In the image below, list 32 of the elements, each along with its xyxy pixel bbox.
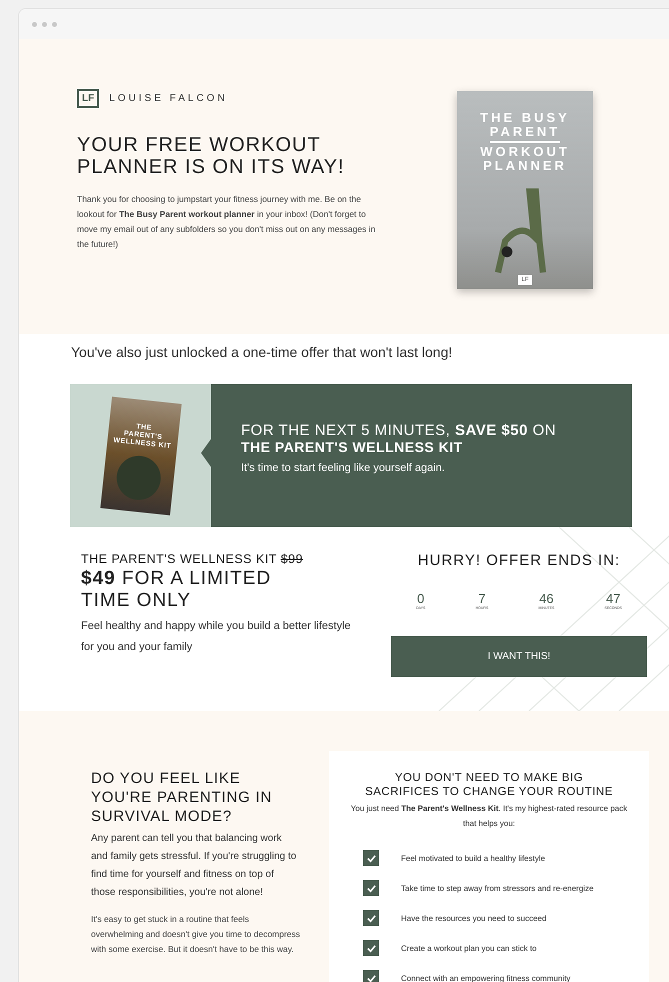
cover-title: WORKOUT: [480, 145, 570, 159]
body-text: It's easy to get stuck in a routine that feels overwhelming and doesn't give you time to decompress with some exercise. But it doesn't have to be this way.: [91, 913, 301, 956]
countdown-value: 7: [478, 591, 486, 606]
benefit-text: Take time to step away from stressors and re-energize: [401, 884, 594, 892]
product-description: Feel healthy and happy while you build a better lifestyle for you and your family: [81, 619, 351, 655]
benefit-text: Feel motivated to build a healthy lifestyle: [401, 854, 546, 862]
banner-headline: THE PARENT'S WELLNESS KIT: [241, 439, 464, 456]
cover-title: PLANNER: [483, 159, 567, 173]
countdown-value: 46: [539, 591, 554, 606]
cover-title: PARENT: [490, 125, 560, 143]
benefit-text: Have the resources you need to succeed: [401, 914, 546, 922]
banner-headline: FOR THE NEXT 5 MINUTES, SAVE $50 ON: [241, 422, 558, 439]
benefit-text: Create a workout plan you can stick to: [401, 944, 537, 952]
brand-name: LOUISE FALCON: [109, 93, 228, 104]
check-icon: [366, 972, 376, 982]
cover-title: THE BUSY: [480, 111, 570, 125]
hero-text: Thank you for choosing to jumpstart your fitness journey with me. Be on the lookout for The Busy Parent workout planner in your inbox! (Don't forget to move my email out of any subfolders so you don't miss out on any messages in the future!): [77, 193, 376, 251]
lead-text: Any parent can tell you that balancing work and family gets stressful. If you're struggling to find time for yourself and fitness on top of those responsibilities, you're not alone!: [91, 832, 298, 900]
section-title: DO YOU FEEL LIKE YOU'RE PARENTING IN SURVIVAL MODE?: [91, 769, 274, 826]
price-headline: $49 FOR A LIMITED TIME ONLY: [81, 568, 272, 612]
benefit-text: Connect with an empowering fitness community: [401, 974, 570, 982]
product-name: THE PARENT'S WELLNESS KIT $99: [81, 552, 304, 566]
logo-mark: LF: [77, 89, 100, 108]
banner-subtitle: It's time to start feeling like yourself again.: [241, 462, 446, 474]
card-title: YOU DON'T NEED TO MAKE BIG SACRIFICES TO CHANGE YOUR ROUTINE: [364, 771, 614, 799]
countdown-value: 47: [606, 591, 620, 606]
card-intro: You just need The Parent's Wellness Kit. It's my highest-rated resource pack that helps you:: [350, 803, 628, 830]
hero-title: YOUR FREE WORKOUT PLANNER IS ON ITS WAY!: [77, 134, 346, 178]
buy-button[interactable]: I WANT THIS!: [391, 636, 647, 677]
countdown-title: HURRY! OFFER ENDS IN:: [416, 552, 622, 569]
offer-intro: You've also just unlocked a one-time offer that won't last long!: [70, 343, 454, 362]
countdown-value: 0: [417, 591, 424, 606]
